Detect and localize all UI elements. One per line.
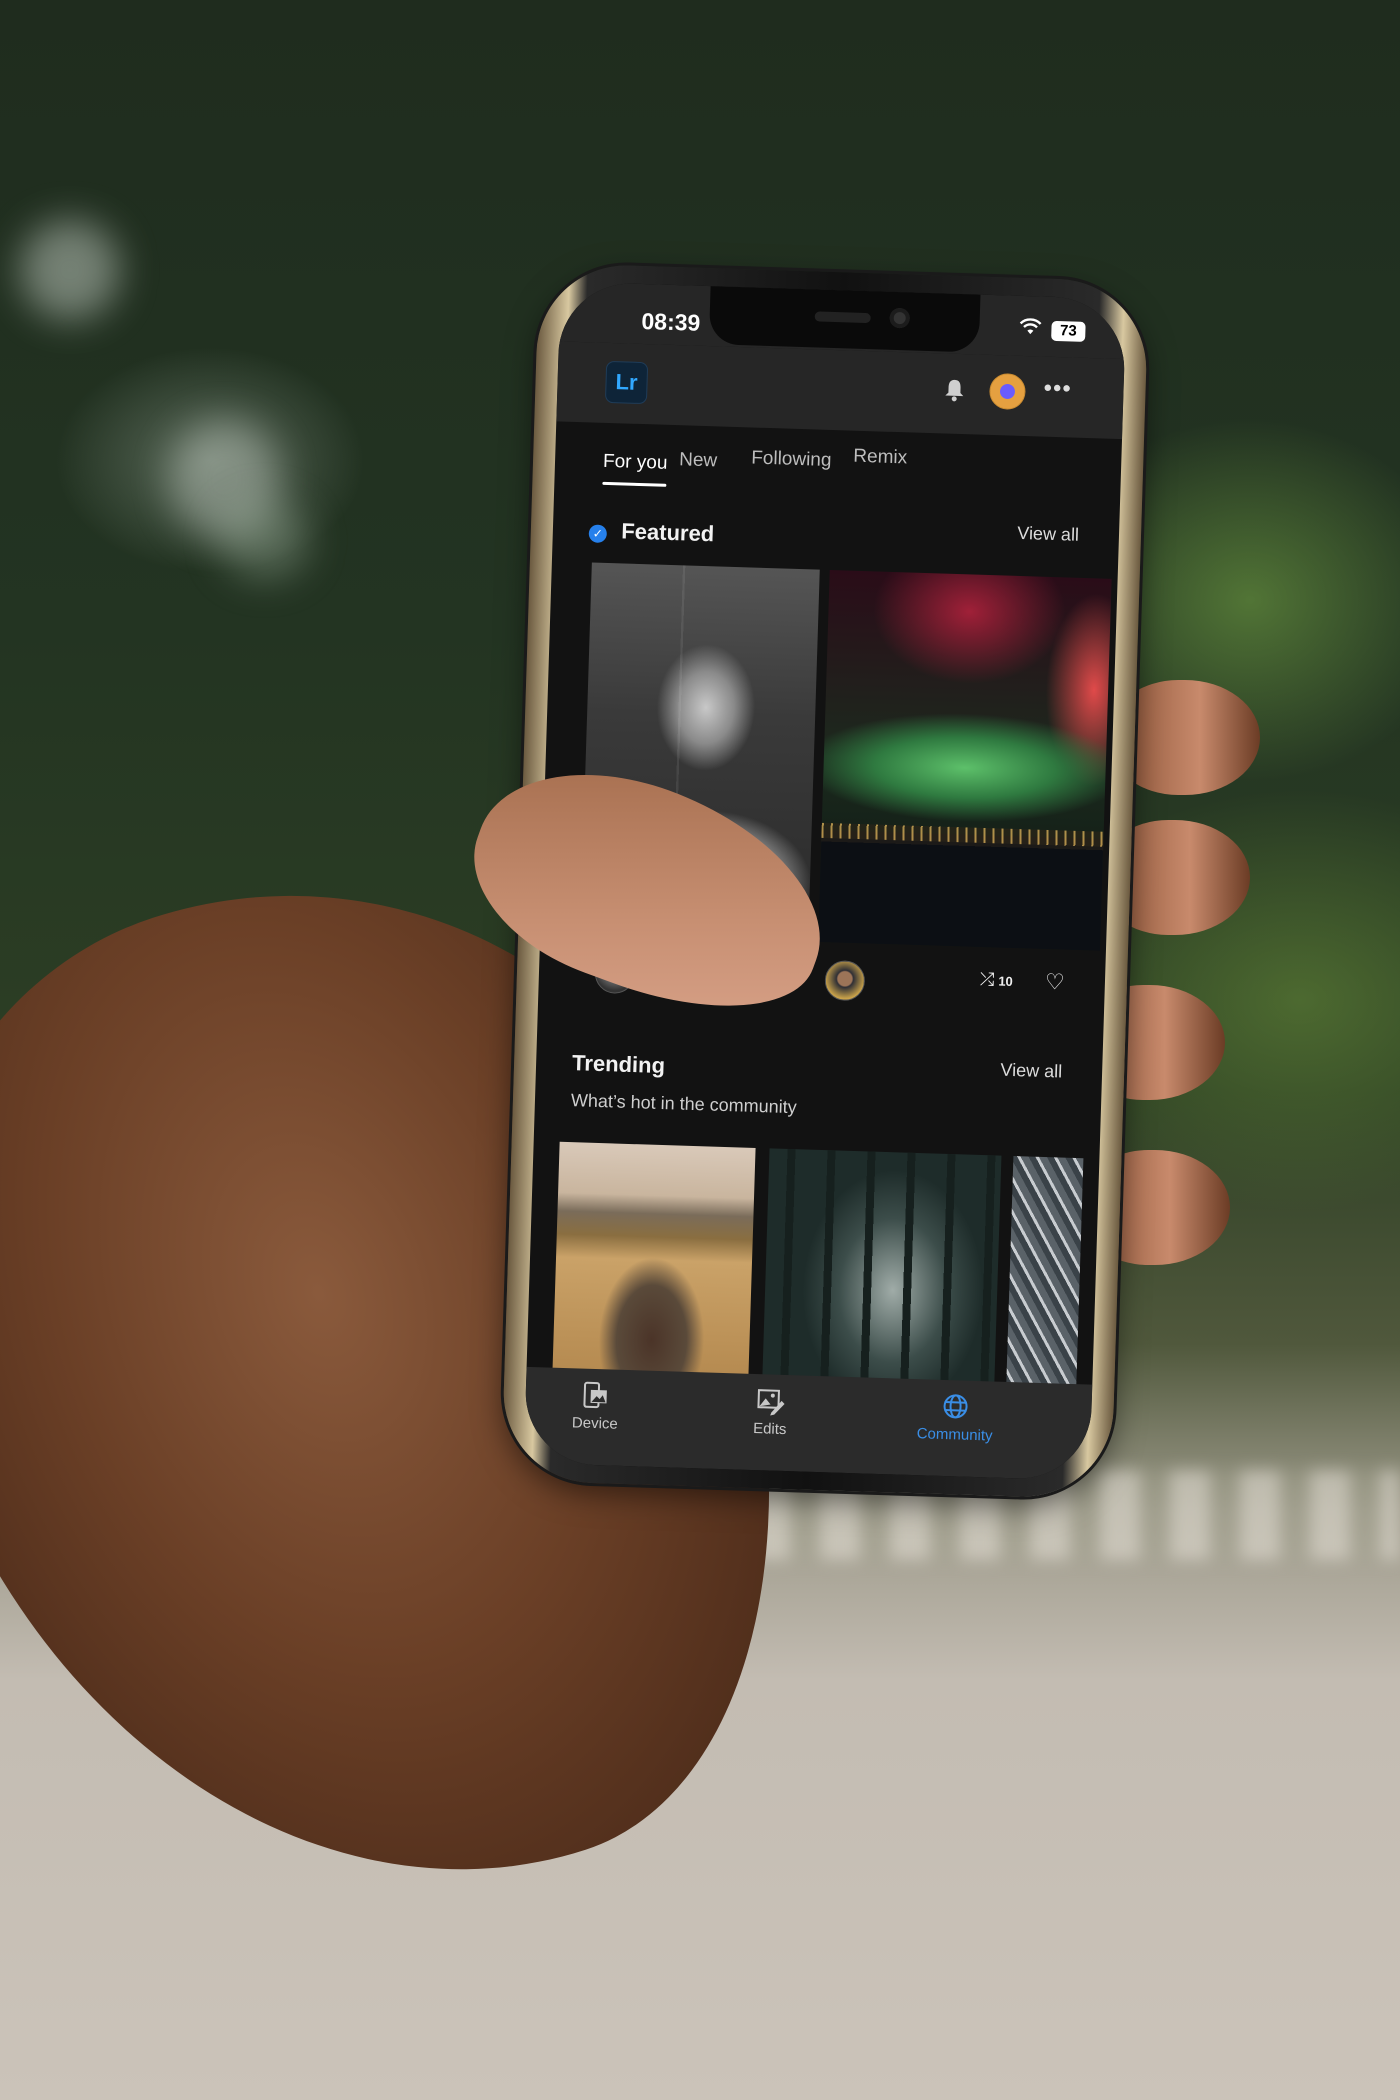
featured-badge-icon: ✓ [588, 524, 608, 543]
author-avatar[interactable] [824, 960, 866, 1002]
nav-device-label: Device [571, 1414, 619, 1433]
tab-new[interactable]: New [679, 449, 718, 472]
nav-edits-label: Edits [752, 1420, 787, 1439]
bottom-nav: Device Edits Community [523, 1366, 1093, 1481]
bell-icon[interactable] [943, 377, 966, 409]
trending-photo-abstract[interactable] [1006, 1156, 1084, 1389]
status-time: 08:39 [641, 307, 701, 336]
background-bokeh [220, 500, 310, 580]
edits-icon [710, 1385, 831, 1423]
featured-view-all-link[interactable]: View all [1017, 523, 1079, 546]
user-avatar[interactable] [988, 372, 1027, 411]
device-photos-icon [535, 1379, 656, 1417]
featured-title: Featured [620, 518, 715, 547]
more-icon[interactable]: ••• [1043, 375, 1072, 404]
tab-following[interactable]: Following [751, 447, 832, 472]
background-bokeh [20, 220, 120, 320]
nav-device[interactable]: Device [535, 1379, 657, 1434]
trending-photo-family[interactable] [552, 1141, 756, 1378]
trending-header: Trending View all What’s hot in the comm… [571, 1050, 1073, 1127]
featured-photo-aurora[interactable] [818, 569, 1112, 951]
remix-icon: ⤮ [979, 968, 995, 990]
globe-icon [895, 1390, 1016, 1428]
feed-tabs: For you New Following Remix [590, 432, 1101, 498]
trending-photo-forest[interactable] [762, 1148, 1002, 1386]
trending-subtitle: What’s hot in the community [570, 1090, 797, 1118]
wifi-icon [1019, 318, 1042, 343]
battery-indicator: 73 [1051, 320, 1086, 342]
trending-grid [552, 1141, 1099, 1389]
lightroom-logo[interactable]: Lr [604, 360, 649, 405]
tab-remix[interactable]: Remix [853, 446, 907, 470]
nav-community-label: Community [916, 1425, 993, 1445]
phone-notch [708, 286, 981, 353]
nav-community[interactable]: Community [894, 1390, 1016, 1445]
nav-edits[interactable]: Edits [710, 1385, 832, 1440]
front-camera [889, 307, 911, 329]
heart-icon[interactable]: ♡ [1045, 969, 1066, 996]
remix-button[interactable]: ⤮ 10 [980, 969, 1014, 991]
trending-view-all-link[interactable]: View all [1000, 1060, 1062, 1083]
app-bar: Lr ••• [556, 341, 1125, 440]
featured-header: ✓ Featured View all [588, 517, 1089, 559]
tab-for-you[interactable]: For you [603, 451, 668, 475]
speaker-grille [814, 311, 871, 324]
remix-count: 10 [998, 973, 1014, 989]
city-lights [821, 822, 1104, 847]
trending-title: Trending [571, 1050, 666, 1079]
